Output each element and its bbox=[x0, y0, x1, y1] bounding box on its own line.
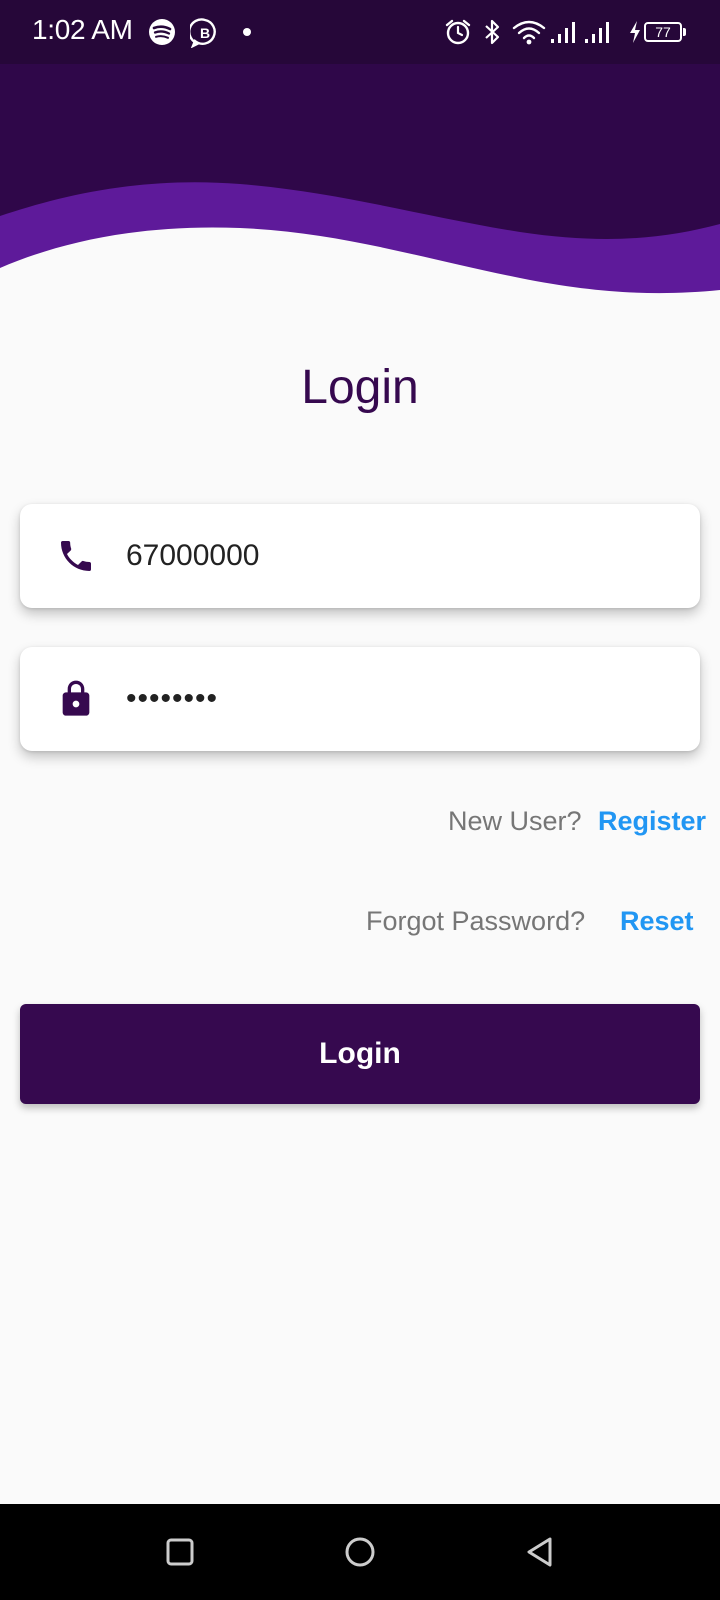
lock-icon bbox=[62, 680, 90, 716]
signal-icon bbox=[551, 22, 575, 43]
reset-link[interactable]: Reset bbox=[620, 906, 694, 937]
alarm-icon bbox=[445, 19, 471, 45]
status-time: 1:02 AM bbox=[32, 14, 133, 45]
password-field[interactable] bbox=[20, 647, 700, 751]
phone-field[interactable] bbox=[20, 504, 700, 608]
login-button[interactable]: Login bbox=[20, 1004, 700, 1104]
wifi-icon bbox=[512, 20, 546, 45]
recent-apps-icon[interactable] bbox=[160, 1532, 200, 1572]
back-icon[interactable] bbox=[520, 1532, 560, 1572]
phone-icon bbox=[61, 541, 91, 571]
navigation-bar bbox=[0, 1504, 720, 1600]
battery-icon: 77 bbox=[644, 22, 686, 42]
page-title: Login bbox=[301, 361, 419, 414]
svg-text:B: B bbox=[200, 25, 210, 41]
phone-input[interactable] bbox=[126, 504, 676, 608]
password-input[interactable] bbox=[126, 647, 676, 751]
bluetooth-icon bbox=[485, 19, 500, 45]
status-bar: 1:02 AM B 77 bbox=[0, 0, 720, 64]
home-icon[interactable] bbox=[340, 1532, 380, 1572]
charging-icon bbox=[630, 21, 640, 43]
header-wave bbox=[0, 64, 720, 294]
dot-icon bbox=[243, 28, 251, 36]
b-icon: B bbox=[190, 18, 216, 48]
signal-icon bbox=[585, 22, 609, 43]
forgot-password-prompt: Forgot Password? bbox=[366, 906, 586, 936]
register-link[interactable]: Register bbox=[598, 806, 706, 837]
new-user-prompt: New User? bbox=[448, 806, 582, 836]
spotify-icon bbox=[149, 19, 175, 45]
